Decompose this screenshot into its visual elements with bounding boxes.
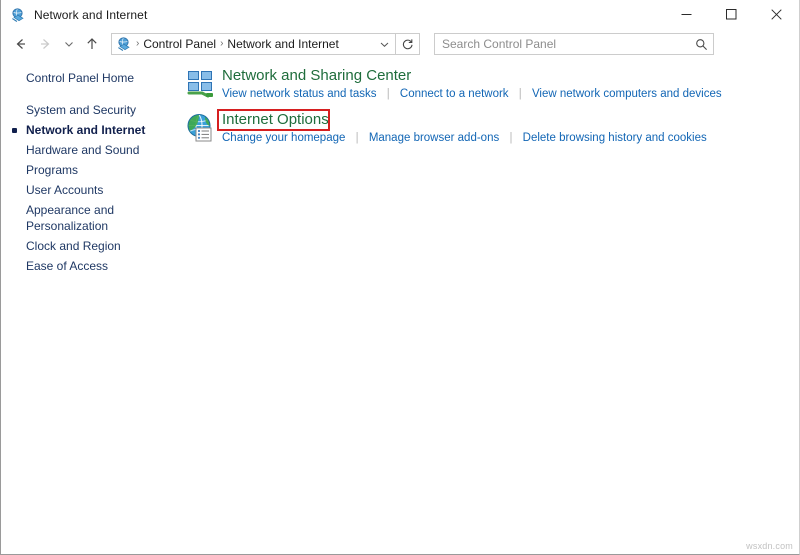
- category-body: Internet Options Change your homepage | …: [217, 109, 707, 146]
- minimize-button[interactable]: [664, 0, 709, 29]
- internet-options-title-wrap: Internet Options: [217, 109, 330, 131]
- sidebar: Control Panel Home System and Security N…: [1, 59, 182, 554]
- sidebar-item-hardware-and-sound[interactable]: Hardware and Sound: [1, 140, 182, 160]
- link-view-network-computers-and-devices[interactable]: View network computers and devices: [532, 88, 722, 100]
- sidebar-item-ease-of-access[interactable]: Ease of Access: [1, 256, 182, 276]
- chevron-down-icon[interactable]: [373, 39, 395, 50]
- link-view-network-status-and-tasks[interactable]: View network status and tasks: [222, 88, 376, 100]
- breadcrumb-separator: ›: [136, 38, 140, 49]
- link-separator: |: [509, 132, 513, 144]
- category-internet-options: Internet Options Change your homepage | …: [182, 109, 799, 146]
- category-links: View network status and tasks | Connect …: [222, 87, 722, 102]
- category-title-network-and-sharing-center[interactable]: Network and Sharing Center: [222, 66, 411, 86]
- search-icon[interactable]: [689, 38, 713, 51]
- network-sharing-center-icon: [185, 68, 217, 100]
- address-bar[interactable]: › Control Panel › Network and Internet: [111, 33, 396, 55]
- breadcrumb-separator: ›: [220, 38, 224, 49]
- search-input[interactable]: [435, 36, 689, 52]
- sidebar-item-user-accounts[interactable]: User Accounts: [1, 180, 182, 200]
- recent-locations-button[interactable]: [59, 31, 79, 57]
- content-area: Control Panel Home System and Security N…: [1, 59, 799, 554]
- window-title: Network and Internet: [34, 7, 148, 22]
- sidebar-item-control-panel-home[interactable]: Control Panel Home: [1, 68, 182, 88]
- link-change-your-homepage[interactable]: Change your homepage: [222, 132, 345, 144]
- control-panel-window: Network and Internet › Control Panel › N…: [0, 0, 800, 555]
- window-controls: [664, 0, 799, 29]
- navigation-toolbar: › Control Panel › Network and Internet: [1, 29, 799, 59]
- internet-options-globe-icon: [185, 112, 217, 144]
- category-body: Network and Sharing Center View network …: [222, 65, 722, 102]
- title-bar: Network and Internet: [1, 0, 799, 29]
- category-links: Change your homepage | Manage browser ad…: [222, 131, 707, 146]
- search-box[interactable]: [434, 33, 714, 55]
- category-network-and-sharing-center: Network and Sharing Center View network …: [182, 65, 799, 102]
- maximize-button[interactable]: [709, 0, 754, 29]
- close-button[interactable]: [754, 0, 799, 29]
- link-separator: |: [518, 88, 522, 100]
- up-button[interactable]: [79, 31, 105, 57]
- network-globe-icon: [10, 7, 26, 23]
- link-delete-browsing-history-and-cookies[interactable]: Delete browsing history and cookies: [523, 132, 707, 144]
- link-separator: |: [355, 132, 359, 144]
- link-manage-browser-add-ons[interactable]: Manage browser add-ons: [369, 132, 499, 144]
- sidebar-item-network-and-internet[interactable]: Network and Internet: [1, 120, 182, 140]
- refresh-button[interactable]: [396, 33, 420, 55]
- forward-button[interactable]: [33, 31, 59, 57]
- breadcrumb-network-globe-icon: [116, 36, 132, 52]
- breadcrumb-item-control-panel[interactable]: Control Panel: [143, 37, 216, 51]
- link-separator: |: [386, 88, 390, 100]
- sidebar-item-system-and-security[interactable]: System and Security: [1, 100, 182, 120]
- sidebar-item-clock-and-region[interactable]: Clock and Region: [1, 236, 182, 256]
- back-button[interactable]: [7, 31, 33, 57]
- sidebar-item-programs[interactable]: Programs: [1, 160, 182, 180]
- watermark: wsxdn.com: [746, 541, 793, 551]
- link-connect-to-a-network[interactable]: Connect to a network: [400, 88, 509, 100]
- category-title-internet-options[interactable]: Internet Options: [222, 110, 329, 130]
- category-list: Network and Sharing Center View network …: [182, 59, 799, 554]
- breadcrumb-item-network-and-internet[interactable]: Network and Internet: [227, 37, 338, 51]
- sidebar-item-appearance-and-personalization[interactable]: Appearance and Personalization: [1, 200, 182, 236]
